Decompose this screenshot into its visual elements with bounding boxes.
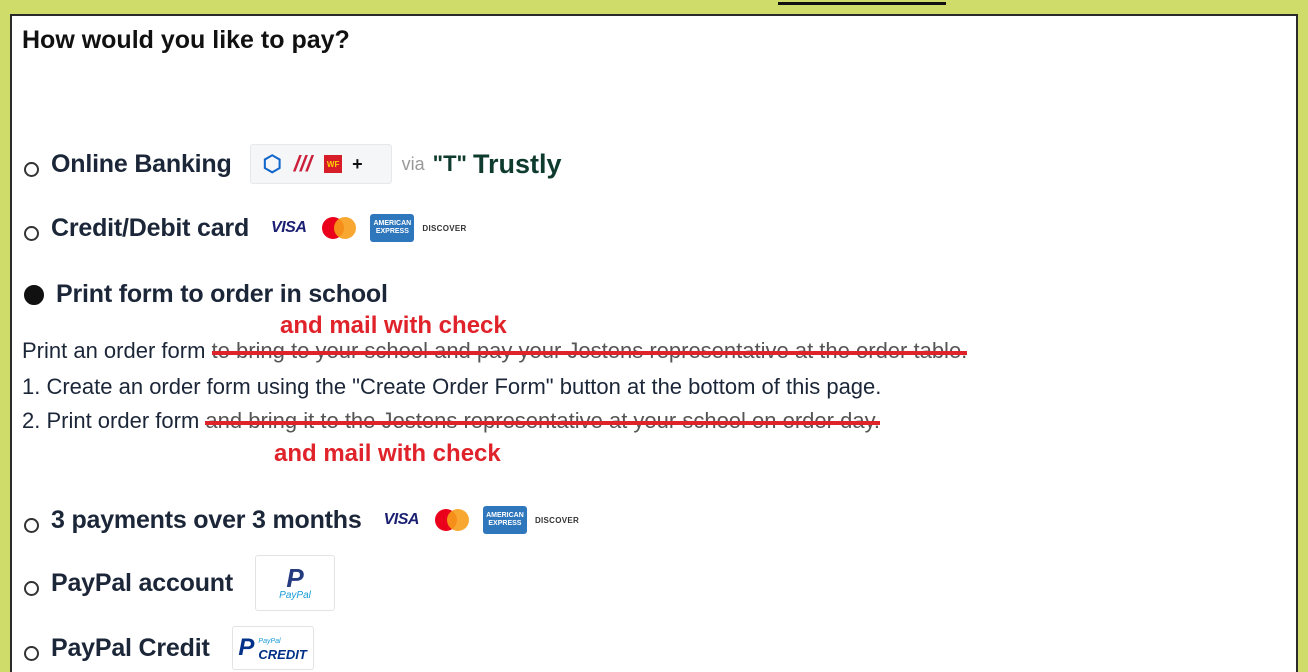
card-logos-installment: VISA AMERICAN EXPRESS DISCOVER xyxy=(384,506,580,534)
option-print-form[interactable]: Print form to order in school xyxy=(24,272,388,316)
paypal-credit-word: CREDIT xyxy=(258,647,307,662)
option-label: Print form to order in school xyxy=(56,279,388,308)
option-label: PayPal account xyxy=(51,568,234,597)
payment-panel: How would you like to pay? Online Bankin… xyxy=(10,14,1298,672)
card-logos: VISA AMERICAN EXPRESS DISCOVER xyxy=(271,214,467,242)
option-paypal-account[interactable]: PayPal account P PayPal xyxy=(24,555,336,611)
visa-icon: VISA xyxy=(383,511,420,528)
plus-icon: + xyxy=(352,153,363,174)
amex-icon: AMERICAN EXPRESS xyxy=(482,506,527,534)
payment-heading: How would you like to pay? xyxy=(22,26,350,54)
radio-three-payments[interactable] xyxy=(24,517,39,533)
struck-text-1: to bring to your school and pay your Jos… xyxy=(211,338,968,363)
bank-logos: ⬡ /// WF + via "T" Trustly xyxy=(249,144,562,184)
option-label: Online Banking xyxy=(51,149,232,178)
description-line-1-prefix: Print an order form xyxy=(22,338,212,363)
discover-icon: DISCOVER xyxy=(422,223,467,233)
via-text: via xyxy=(401,153,425,174)
bank-of-america-icon: /// xyxy=(293,151,313,176)
radio-paypal-account[interactable] xyxy=(24,580,39,596)
description-line-2: 1. Create an order form using the "Creat… xyxy=(22,374,882,399)
annotation-bottom: and mail with check xyxy=(274,440,501,467)
top-cutoff-strip xyxy=(0,0,1308,14)
trustly-icon: "T" xyxy=(432,151,467,176)
radio-paypal-credit[interactable] xyxy=(24,645,39,661)
amex-icon: AMERICAN EXPRESS xyxy=(370,214,415,242)
wells-fargo-icon: WF xyxy=(324,155,343,173)
description-line-3-prefix: 2. Print order form xyxy=(22,408,206,433)
paypal-credit-icon: P PayPal CREDIT xyxy=(231,626,314,670)
mastercard-icon xyxy=(322,217,357,239)
trustly-logo-text: Trustly xyxy=(472,148,562,179)
paypal-logo: P PayPal xyxy=(255,555,336,611)
paypal-icon: P PayPal xyxy=(255,555,336,611)
visa-icon: VISA xyxy=(271,219,307,236)
discover-icon: DISCOVER xyxy=(534,515,580,525)
struck-text-2: and bring it to the Jostens representati… xyxy=(205,408,881,433)
option-label: Credit/Debit card xyxy=(51,213,250,242)
option-credit-debit[interactable]: Credit/Debit card VISA AMERICAN EXPRESS … xyxy=(24,206,467,250)
annotation-top: and mail with check xyxy=(280,312,507,339)
mastercard-icon xyxy=(434,509,469,531)
chase-icon: ⬡ xyxy=(262,151,282,176)
radio-online-banking[interactable] xyxy=(24,161,39,177)
option-paypal-credit[interactable]: PayPal Credit P PayPal CREDIT xyxy=(24,626,314,670)
paypal-credit-logo: P PayPal CREDIT xyxy=(231,626,314,670)
radio-credit-debit[interactable] xyxy=(24,225,39,241)
paypal-word: PayPal xyxy=(279,589,311,601)
option-online-banking[interactable]: Online Banking ⬡ /// WF + via "T" Trustl… xyxy=(24,142,562,186)
option-label: 3 payments over 3 months xyxy=(51,505,362,534)
bank-logo-box: ⬡ /// WF + xyxy=(249,144,392,184)
option-label: PayPal Credit xyxy=(51,633,210,662)
description-line-1: Print an order form to bring to your sch… xyxy=(22,338,967,364)
description-line-3: 2. Print order form and bring it to the … xyxy=(22,408,880,434)
radio-print-form[interactable] xyxy=(24,285,44,305)
cutoff-underline xyxy=(778,2,946,5)
option-three-payments[interactable]: 3 payments over 3 months VISA AMERICAN E… xyxy=(24,498,579,542)
